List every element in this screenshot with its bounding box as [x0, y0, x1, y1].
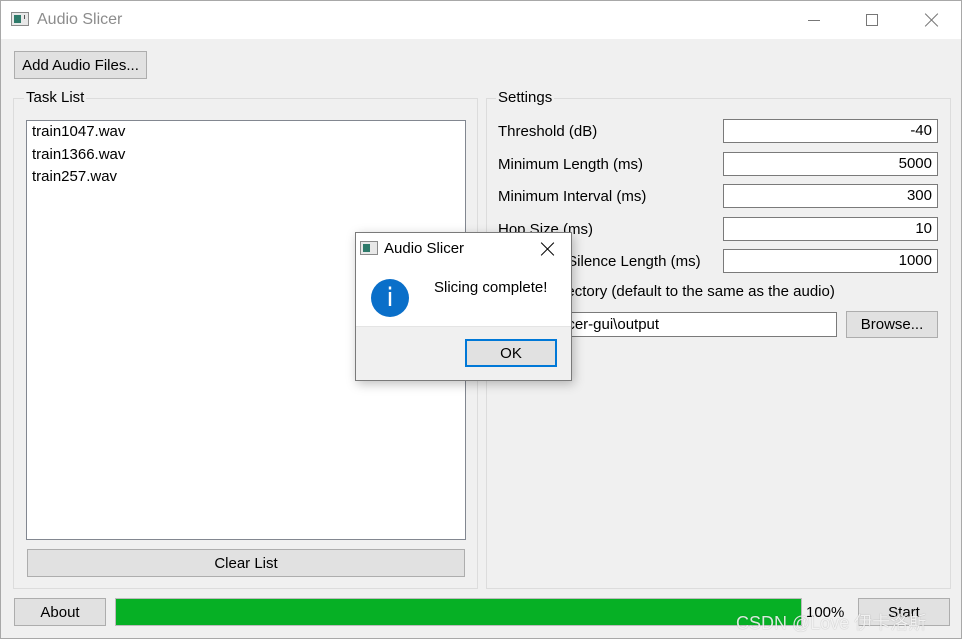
min-interval-input[interactable]: 300 [723, 184, 938, 208]
about-button[interactable]: About [14, 598, 106, 626]
minimize-icon [808, 19, 820, 21]
dialog-app-icon [360, 241, 378, 255]
dialog-message: Slicing complete! [434, 279, 548, 296]
info-icon: i [371, 279, 409, 317]
ok-button[interactable]: OK [465, 339, 557, 367]
threshold-label: Threshold (dB) [498, 123, 598, 140]
maximize-button[interactable] [849, 1, 895, 39]
minimize-button[interactable] [791, 1, 837, 39]
clear-list-button[interactable]: Clear List [27, 549, 465, 577]
min-length-input[interactable]: 5000 [723, 152, 938, 176]
min-length-label: Minimum Length (ms) [498, 156, 644, 173]
window-title: Audio Slicer [37, 11, 123, 28]
dialog-footer: OK [356, 326, 571, 380]
progress-bar [115, 598, 802, 626]
watermark: CSDN @Love 伊卡洛斯 [736, 613, 927, 633]
maximize-icon [866, 14, 878, 26]
list-item[interactable]: train257.wav [27, 166, 465, 189]
app-icon [11, 12, 29, 26]
dialog-title: Audio Slicer [384, 240, 465, 257]
close-button[interactable] [909, 1, 955, 39]
list-item[interactable]: train1047.wav [27, 121, 465, 144]
settings-title: Settings [496, 89, 555, 106]
min-interval-label: Minimum Interval (ms) [498, 188, 647, 205]
progress-fill [116, 599, 801, 625]
dialog-close-icon[interactable] [540, 241, 556, 257]
hop-size-input[interactable]: 10 [723, 217, 938, 241]
add-audio-files-button[interactable]: Add Audio Files... [14, 51, 147, 79]
main-window: Audio Slicer Add Audio Files... Task Lis… [0, 0, 962, 639]
message-dialog: Audio Slicer i Slicing complete! OK [355, 232, 572, 381]
task-list-title: Task List [24, 89, 87, 106]
title-bar[interactable]: Audio Slicer [1, 1, 961, 39]
close-icon [925, 13, 939, 27]
threshold-input[interactable]: -40 [723, 119, 938, 143]
list-item[interactable]: train1366.wav [27, 144, 465, 167]
max-silence-input[interactable]: 1000 [723, 249, 938, 273]
browse-button[interactable]: Browse... [846, 311, 938, 338]
